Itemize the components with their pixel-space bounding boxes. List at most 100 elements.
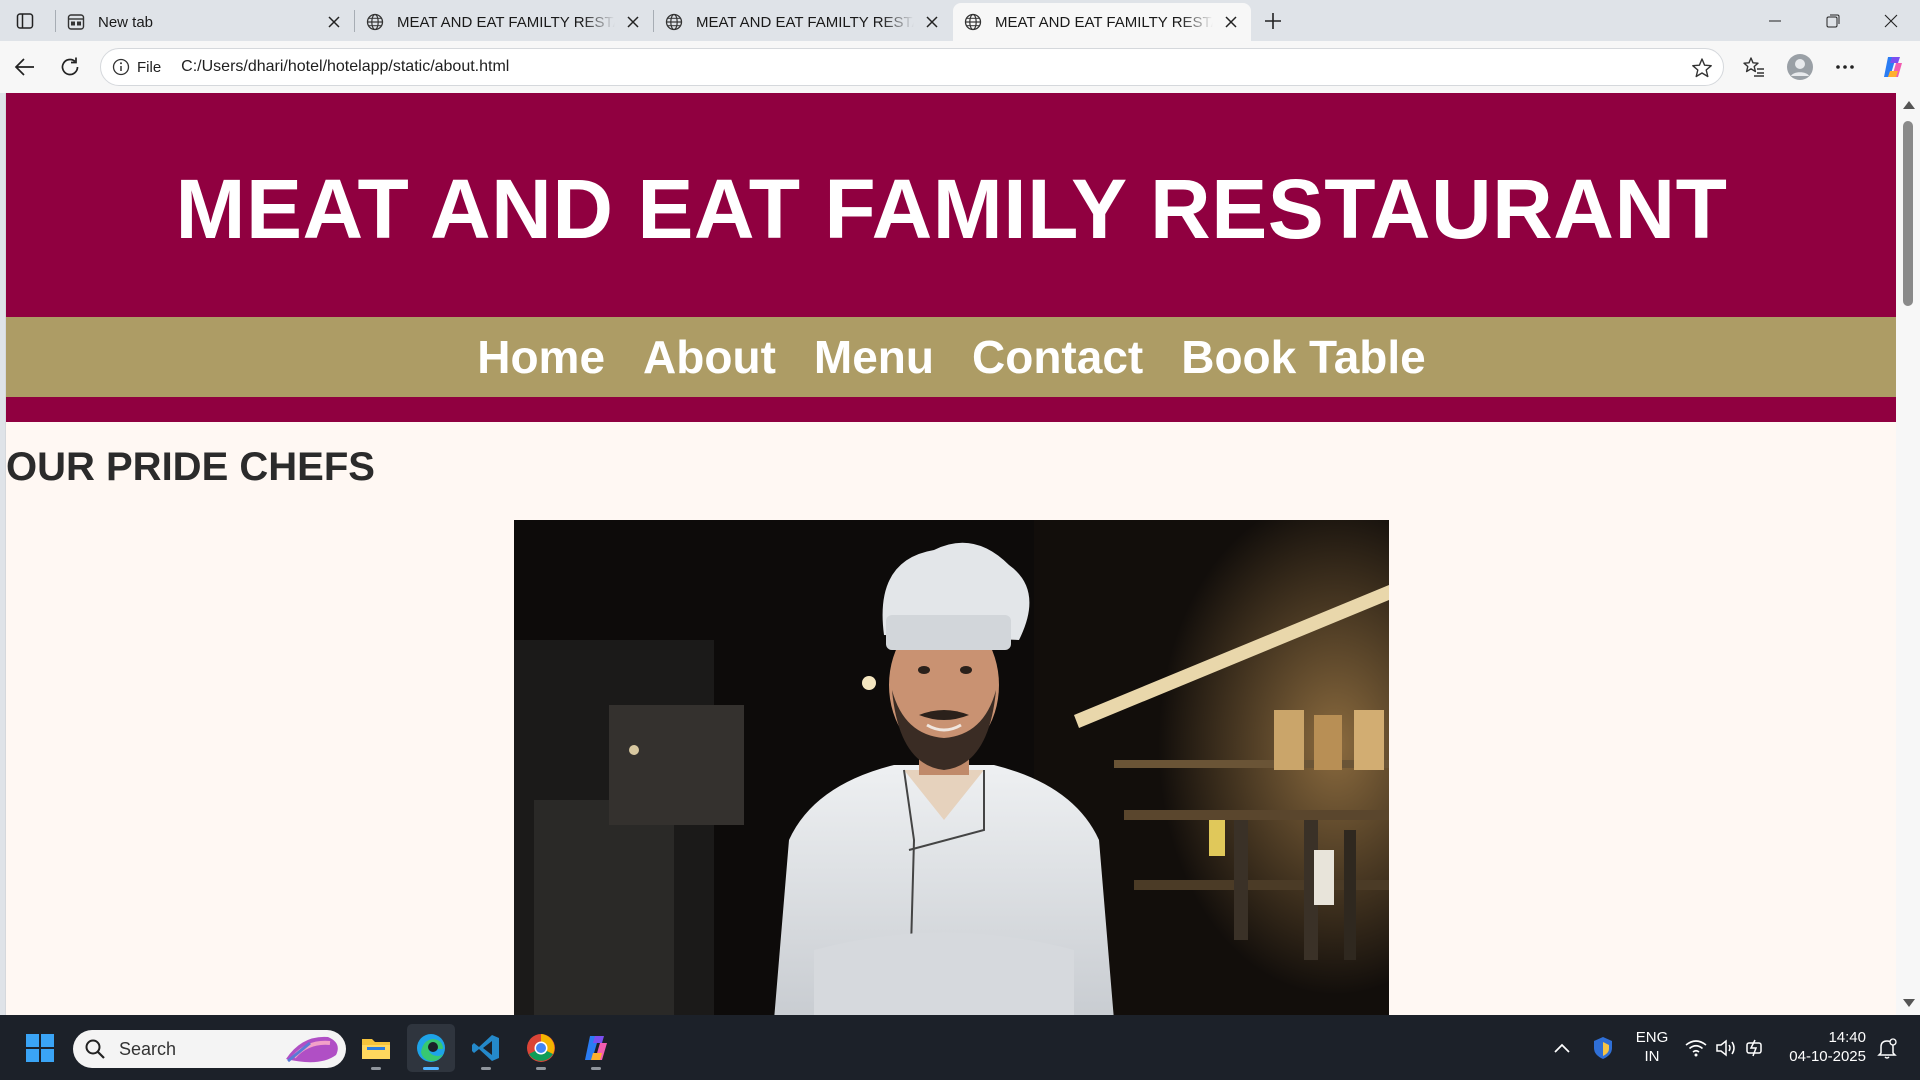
new-tab-page-icon [66, 12, 86, 32]
browser-toolbar: File C:/Users/dhari/hotel/hotelapp/stati… [0, 41, 1920, 93]
notifications-button[interactable] [1874, 1035, 1900, 1061]
url-scheme-label: File [137, 58, 162, 76]
scroll-up-arrow-icon[interactable] [1903, 101, 1915, 109]
more-options-icon [1836, 65, 1854, 69]
close-icon[interactable] [623, 12, 643, 32]
chef-photo [514, 520, 1389, 1015]
nav-link-home[interactable]: Home [477, 330, 605, 384]
clock-date: 04-10-2025 [1789, 1048, 1866, 1065]
minimize-icon [1769, 20, 1781, 21]
section-title: OUR PRIDE CHEFS [6, 445, 375, 489]
running-indicator [481, 1067, 491, 1070]
page-scrollbar[interactable] [1896, 93, 1920, 1015]
favorite-star-icon[interactable] [1691, 57, 1713, 79]
security-tray-icon[interactable] [1590, 1035, 1616, 1061]
globe-icon [664, 12, 684, 32]
globe-icon [365, 12, 385, 32]
globe-icon [963, 12, 983, 32]
back-arrow-icon [14, 58, 34, 76]
show-hidden-icons-button[interactable] [1549, 1035, 1575, 1061]
speaker-icon [1716, 1039, 1735, 1057]
nav-bottom-band [6, 397, 1896, 422]
folder-icon [362, 1039, 390, 1059]
chrome-icon [527, 1034, 555, 1062]
shield-icon [1594, 1037, 1612, 1059]
vscode-icon [472, 1035, 499, 1061]
windows-logo-icon [26, 1034, 54, 1062]
restore-button[interactable] [1804, 0, 1862, 41]
tab-new-tab[interactable]: New tab [56, 3, 354, 41]
windows-taskbar: Search ENG IN 14:40 04-10-2025 [0, 1015, 1920, 1080]
close-icon[interactable] [324, 12, 344, 32]
language-indicator[interactable]: ENG IN [1632, 1028, 1672, 1066]
restore-icon [1826, 14, 1840, 27]
running-indicator [591, 1067, 601, 1070]
taskbar-chrome[interactable] [517, 1024, 565, 1072]
nav-link-about[interactable]: About [643, 330, 776, 384]
back-button[interactable] [8, 50, 42, 84]
language-code: ENG [1635, 1029, 1669, 1046]
plus-icon [1265, 13, 1281, 29]
refresh-button[interactable] [53, 50, 87, 84]
chevron-up-icon [1554, 1043, 1570, 1053]
address-bar[interactable]: File C:/Users/dhari/hotel/hotelapp/stati… [100, 48, 1724, 86]
taskbar-edge[interactable] [407, 1024, 455, 1072]
tab-actions-button[interactable] [10, 7, 40, 35]
info-icon[interactable] [111, 57, 131, 77]
taskbar-copilot[interactable] [572, 1024, 620, 1072]
tab-title: MEAT AND EAT FAMILTY RESTAURANT [397, 13, 615, 31]
running-indicator [371, 1067, 381, 1070]
tab-restaurant-active[interactable]: MEAT AND EAT FAMILTY RESTAURANT [953, 3, 1251, 41]
close-icon [1884, 14, 1898, 27]
notification-bell-icon [1877, 1038, 1897, 1059]
taskbar-search[interactable]: Search [73, 1030, 346, 1068]
settings-menu-button[interactable] [1828, 50, 1862, 84]
nav-link-menu[interactable]: Menu [814, 330, 934, 384]
battery-tray-icon[interactable] [1743, 1035, 1769, 1061]
close-icon[interactable] [922, 12, 942, 32]
volume-tray-icon[interactable] [1713, 1035, 1739, 1061]
page-viewport: MEAT AND EAT FAMILY RESTAURANT Home Abou… [5, 93, 1896, 1015]
favorites-button[interactable] [1737, 50, 1771, 84]
copilot-icon [585, 1036, 607, 1060]
site-nav: Home About Menu Contact Book Table [6, 317, 1896, 397]
wifi-tray-icon[interactable] [1683, 1035, 1709, 1061]
search-icon [85, 1039, 105, 1059]
scroll-down-arrow-icon[interactable] [1903, 999, 1915, 1007]
tab-actions-icon [16, 13, 34, 29]
minimize-button[interactable] [1746, 0, 1804, 41]
taskbar-file-explorer[interactable] [352, 1024, 400, 1072]
running-indicator [423, 1067, 439, 1070]
copilot-icon [1884, 57, 1902, 77]
tab-title: New tab [98, 13, 154, 31]
start-button[interactable] [16, 1024, 64, 1072]
site-title: MEAT AND EAT FAMILY RESTAURANT [175, 161, 1728, 256]
scroll-thumb[interactable] [1903, 121, 1913, 306]
url-text[interactable]: C:/Users/dhari/hotel/hotelapp/static/abo… [181, 58, 509, 76]
tab-strip: New tab MEAT AND EAT FAMILTY RESTAURANT … [0, 0, 1920, 41]
tab-restaurant-1[interactable]: MEAT AND EAT FAMILTY RESTAURANT [355, 3, 653, 41]
new-tab-button[interactable] [1258, 6, 1288, 36]
refresh-icon [61, 57, 79, 76]
profile-button[interactable] [1783, 50, 1817, 84]
tab-restaurant-2[interactable]: MEAT AND EAT FAMILTY RESTAURANT [654, 3, 952, 41]
avatar-icon [1787, 54, 1813, 80]
battery-charging-icon [1746, 1039, 1762, 1057]
close-icon[interactable] [1221, 12, 1241, 32]
tab-title: MEAT AND EAT FAMILTY RESTAURANT [995, 13, 1213, 31]
favorites-list-icon [1743, 57, 1764, 77]
region-code: IN [1644, 1048, 1660, 1065]
nav-link-contact[interactable]: Contact [972, 330, 1143, 384]
clock-time: 14:40 [1828, 1029, 1866, 1046]
close-window-button[interactable] [1862, 0, 1920, 41]
search-highlight-icon [286, 1036, 338, 1063]
copilot-button[interactable] [1876, 50, 1910, 84]
running-indicator [536, 1067, 546, 1070]
edge-icon [417, 1034, 445, 1062]
tab-title: MEAT AND EAT FAMILTY RESTAURANT [696, 13, 914, 31]
site-header: MEAT AND EAT FAMILY RESTAURANT [6, 93, 1896, 317]
nav-link-book-table[interactable]: Book Table [1181, 330, 1426, 384]
clock[interactable]: 14:40 04-10-2025 [1780, 1028, 1866, 1066]
taskbar-vscode[interactable] [462, 1024, 510, 1072]
search-placeholder: Search [119, 1038, 177, 1059]
